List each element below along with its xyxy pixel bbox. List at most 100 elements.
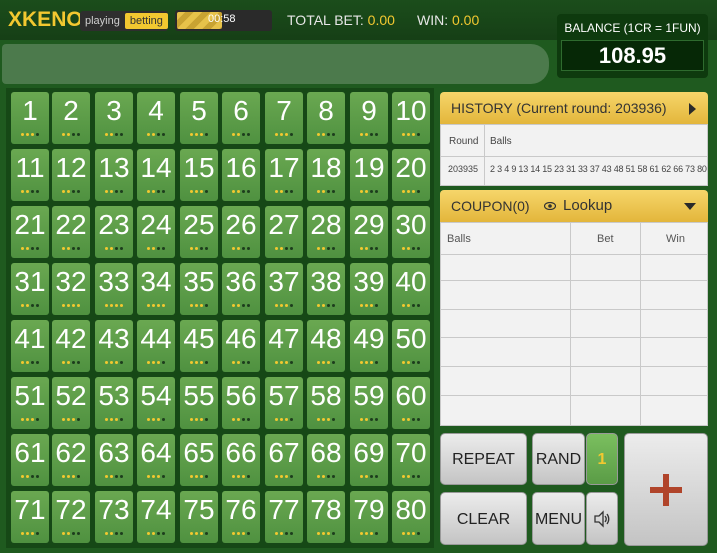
number-cell-28[interactable]: 28 [307, 206, 345, 258]
number-cell-25[interactable]: 25 [180, 206, 218, 258]
number-cell-24[interactable]: 24 [137, 206, 175, 258]
number-cell-56[interactable]: 56 [222, 377, 260, 429]
number-cell-35[interactable]: 35 [180, 263, 218, 315]
number-cell-6[interactable]: 6 [222, 92, 260, 144]
number-cell-7[interactable]: 7 [265, 92, 303, 144]
number-cell-14[interactable]: 14 [137, 149, 175, 201]
odds-dots [11, 190, 49, 195]
number-cell-42[interactable]: 42 [52, 320, 90, 372]
number-cell-32[interactable]: 32 [52, 263, 90, 315]
number-cell-64[interactable]: 64 [137, 434, 175, 486]
number-cell-54[interactable]: 54 [137, 377, 175, 429]
odds-dots [137, 190, 175, 195]
number-cell-53[interactable]: 53 [95, 377, 133, 429]
arrow-right-icon[interactable] [689, 103, 696, 115]
number-cell-60[interactable]: 60 [392, 377, 430, 429]
number-cell-9[interactable]: 9 [350, 92, 388, 144]
number-cell-45[interactable]: 45 [180, 320, 218, 372]
mode-playing[interactable]: playing [80, 13, 125, 29]
number-cell-70[interactable]: 70 [392, 434, 430, 486]
number-cell-1[interactable]: 1 [11, 92, 49, 144]
number-cell-13[interactable]: 13 [95, 149, 133, 201]
number-cell-44[interactable]: 44 [137, 320, 175, 372]
add-bet-button[interactable] [624, 433, 708, 546]
number-cell-10[interactable]: 10 [392, 92, 430, 144]
number-cell-20[interactable]: 20 [392, 149, 430, 201]
number-cell-15[interactable]: 15 [180, 149, 218, 201]
mode-betting[interactable]: betting [124, 13, 168, 29]
chevron-down-icon[interactable] [684, 203, 696, 210]
number-cell-78[interactable]: 78 [307, 491, 345, 543]
number-cell-77[interactable]: 77 [265, 491, 303, 543]
lookup-button[interactable]: Lookup [563, 190, 612, 222]
number-cell-72[interactable]: 72 [52, 491, 90, 543]
number-cell-52[interactable]: 52 [52, 377, 90, 429]
repeat-button[interactable]: REPEAT [440, 433, 527, 485]
number-cell-62[interactable]: 62 [52, 434, 90, 486]
rand-button[interactable]: RAND [532, 433, 585, 485]
number-cell-11[interactable]: 11 [11, 149, 49, 201]
number-cell-27[interactable]: 27 [265, 206, 303, 258]
number-cell-8[interactable]: 8 [307, 92, 345, 144]
number-cell-49[interactable]: 49 [350, 320, 388, 372]
number-cell-26[interactable]: 26 [222, 206, 260, 258]
number-cell-19[interactable]: 19 [350, 149, 388, 201]
number-cell-16[interactable]: 16 [222, 149, 260, 201]
number-cell-31[interactable]: 31 [11, 263, 49, 315]
mode-toggle[interactable]: playing betting [80, 11, 168, 31]
number-cell-17[interactable]: 17 [265, 149, 303, 201]
number-cell-21[interactable]: 21 [11, 206, 49, 258]
number-cell-61[interactable]: 61 [11, 434, 49, 486]
number-cell-29[interactable]: 29 [350, 206, 388, 258]
number-cell-65[interactable]: 65 [180, 434, 218, 486]
number-cell-59[interactable]: 59 [350, 377, 388, 429]
number-cell-41[interactable]: 41 [11, 320, 49, 372]
number-cell-73[interactable]: 73 [95, 491, 133, 543]
number-cell-43[interactable]: 43 [95, 320, 133, 372]
number-cell-39[interactable]: 39 [350, 263, 388, 315]
number-cell-30[interactable]: 30 [392, 206, 430, 258]
number-cell-36[interactable]: 36 [222, 263, 260, 315]
number-cell-67[interactable]: 67 [265, 434, 303, 486]
number-cell-38[interactable]: 38 [307, 263, 345, 315]
number-cell-58[interactable]: 58 [307, 377, 345, 429]
coupon-header[interactable]: COUPON(0) Lookup [440, 190, 708, 222]
number-cell-12[interactable]: 12 [52, 149, 90, 201]
number-cell-74[interactable]: 74 [137, 491, 175, 543]
number-cell-46[interactable]: 46 [222, 320, 260, 372]
number-cell-48[interactable]: 48 [307, 320, 345, 372]
odds-dots [137, 418, 175, 423]
rand-count[interactable]: 1 [586, 433, 618, 485]
number-cell-4[interactable]: 4 [137, 92, 175, 144]
number-cell-80[interactable]: 80 [392, 491, 430, 543]
history-header[interactable]: HISTORY (Current round: 203936) [440, 92, 708, 124]
sound-button[interactable] [586, 492, 618, 545]
number-cell-2[interactable]: 2 [52, 92, 90, 144]
number-cell-55[interactable]: 55 [180, 377, 218, 429]
number-label: 27 [268, 209, 300, 240]
number-cell-71[interactable]: 71 [11, 491, 49, 543]
number-cell-47[interactable]: 47 [265, 320, 303, 372]
odds-dots [11, 304, 49, 309]
number-cell-66[interactable]: 66 [222, 434, 260, 486]
number-cell-69[interactable]: 69 [350, 434, 388, 486]
menu-button[interactable]: MENU [532, 492, 585, 545]
number-cell-51[interactable]: 51 [11, 377, 49, 429]
number-cell-68[interactable]: 68 [307, 434, 345, 486]
clear-button[interactable]: CLEAR [440, 492, 527, 545]
number-cell-33[interactable]: 33 [95, 263, 133, 315]
number-cell-23[interactable]: 23 [95, 206, 133, 258]
number-cell-75[interactable]: 75 [180, 491, 218, 543]
number-cell-3[interactable]: 3 [95, 92, 133, 144]
number-cell-40[interactable]: 40 [392, 263, 430, 315]
number-cell-79[interactable]: 79 [350, 491, 388, 543]
number-cell-76[interactable]: 76 [222, 491, 260, 543]
number-cell-22[interactable]: 22 [52, 206, 90, 258]
number-cell-57[interactable]: 57 [265, 377, 303, 429]
number-cell-63[interactable]: 63 [95, 434, 133, 486]
number-cell-37[interactable]: 37 [265, 263, 303, 315]
number-cell-34[interactable]: 34 [137, 263, 175, 315]
number-cell-50[interactable]: 50 [392, 320, 430, 372]
number-cell-18[interactable]: 18 [307, 149, 345, 201]
number-cell-5[interactable]: 5 [180, 92, 218, 144]
